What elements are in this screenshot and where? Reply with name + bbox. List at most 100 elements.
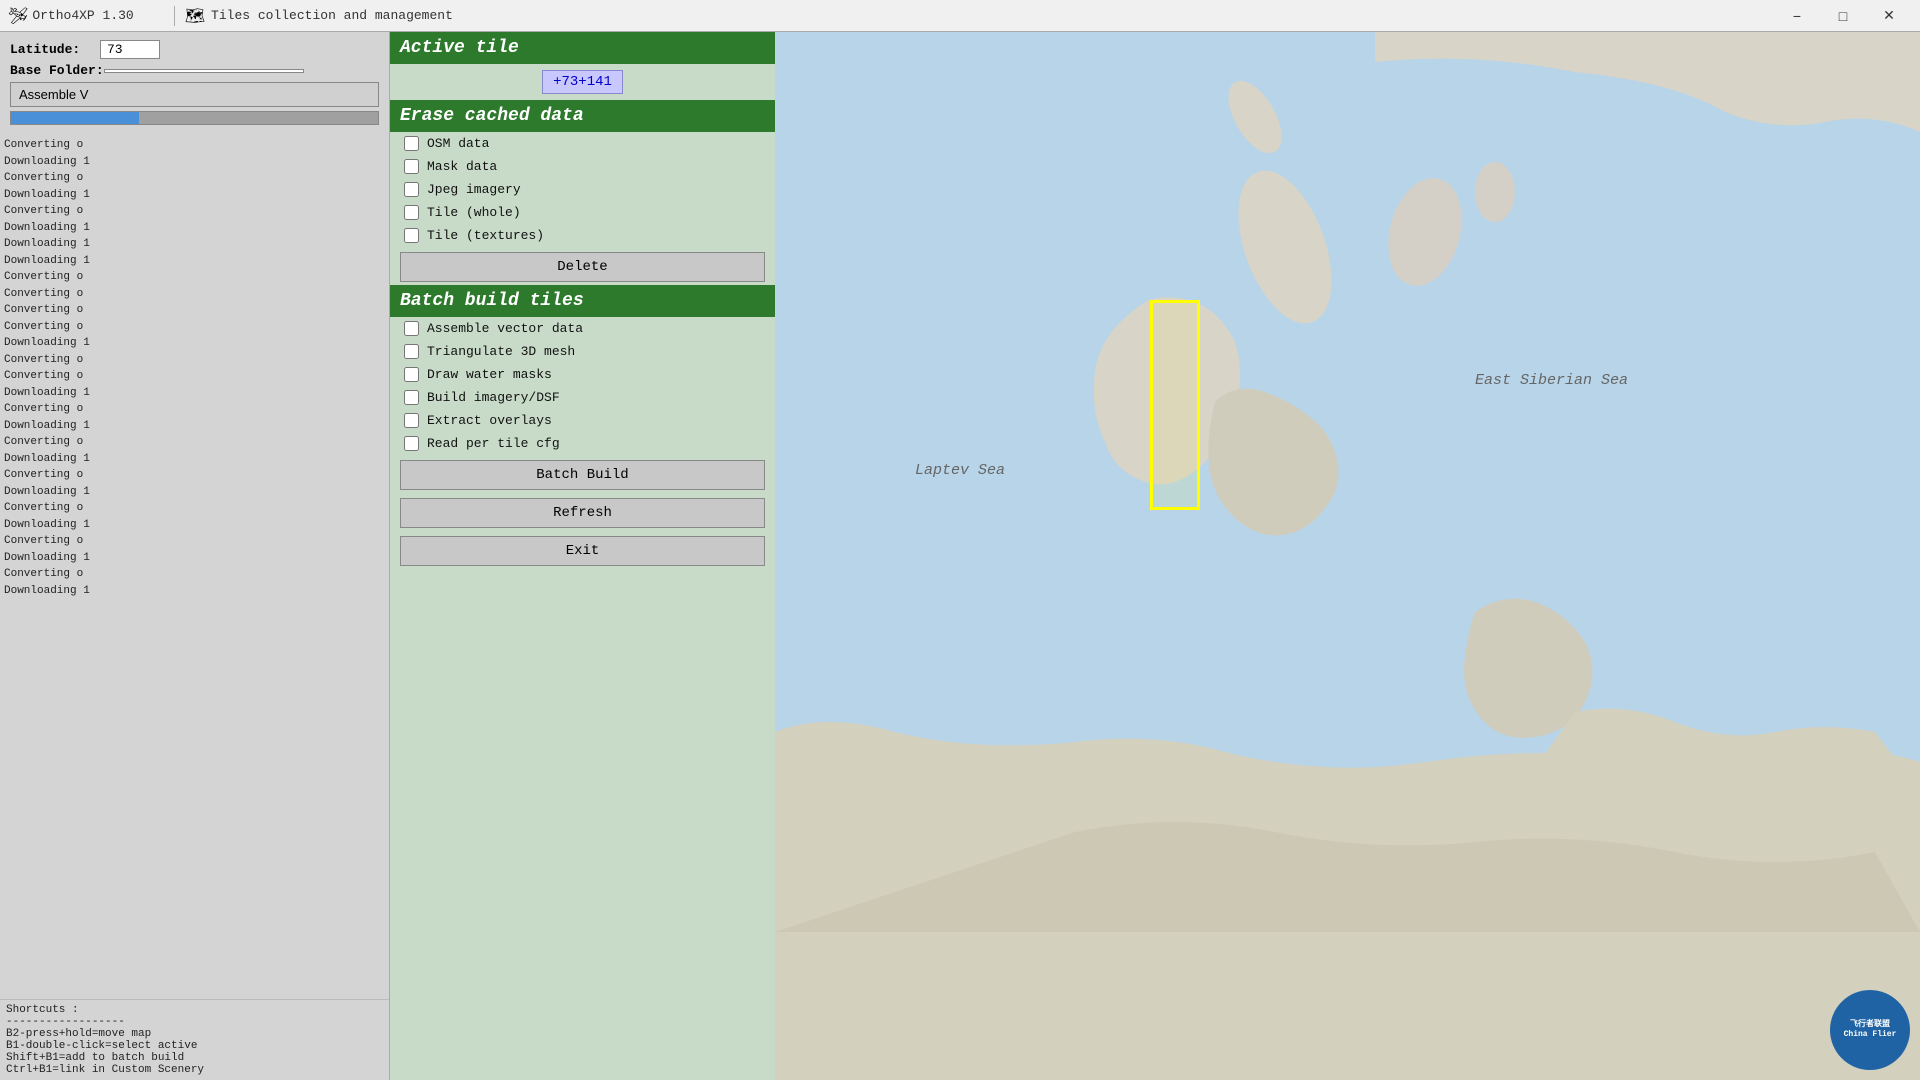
extract-overlays-label: Extract overlays	[427, 413, 552, 428]
log-line: Converting o	[4, 500, 385, 517]
log-area: Converting oDownloading 1Converting oDow…	[0, 135, 389, 999]
checkbox-draw-water-row: Draw water masks	[390, 363, 775, 386]
base-folder-label: Base Folder:	[10, 63, 104, 78]
log-line: Downloading 1	[4, 385, 385, 402]
jpeg-label: Jpeg imagery	[427, 182, 521, 197]
batch-build-button[interactable]: Batch Build	[400, 460, 765, 490]
top-controls: Latitude: 73 Base Folder: Assemble V	[0, 32, 389, 135]
batch-build-header: Batch build tiles	[390, 285, 775, 317]
log-line: Converting o	[4, 137, 385, 154]
base-folder-row: Base Folder:	[10, 63, 379, 78]
main-layout: Latitude: 73 Base Folder: Assemble V Con…	[0, 32, 1920, 1080]
tile-textures-checkbox[interactable]	[404, 228, 419, 243]
log-line: Downloading 1	[4, 220, 385, 237]
assemble-vector-label: Assemble vector data	[427, 321, 583, 336]
checkbox-build-imagery-row: Build imagery/DSF	[390, 386, 775, 409]
log-line: Downloading 1	[4, 517, 385, 534]
shortcuts-area: Shortcuts : ------------------B2-press+h…	[0, 999, 389, 1080]
latitude-value: 73	[100, 40, 160, 59]
triangulate-label: Triangulate 3D mesh	[427, 344, 575, 359]
log-line: Converting o	[4, 533, 385, 550]
close-button[interactable]: ✕	[1866, 0, 1912, 32]
assemble-vector-checkbox[interactable]	[404, 321, 419, 336]
log-line: Converting o	[4, 434, 385, 451]
checkbox-assemble-vec-row: Assemble vector data	[390, 317, 775, 340]
log-line: Downloading 1	[4, 335, 385, 352]
shortcut-line: B1-double-click=select active	[6, 1040, 383, 1052]
log-line: Converting o	[4, 368, 385, 385]
log-line: Downloading 1	[4, 253, 385, 270]
log-line: Converting o	[4, 286, 385, 303]
progress-bar	[10, 111, 379, 125]
maximize-button[interactable]: □	[1820, 0, 1866, 32]
log-line: Converting o	[4, 203, 385, 220]
shortcut-line: Ctrl+B1=link in Custom Scenery	[6, 1064, 383, 1076]
assemble-button[interactable]: Assemble V	[10, 82, 379, 107]
shortcut-line: Shift+B1=add to batch build	[6, 1052, 383, 1064]
watermark: 飞行者联盟 China Flier	[1830, 990, 1910, 1070]
log-line: Downloading 1	[4, 187, 385, 204]
tile-collection-icon: 🗺	[185, 6, 205, 26]
base-folder-value	[104, 69, 304, 73]
refresh-button[interactable]: Refresh	[400, 498, 765, 528]
log-line: Downloading 1	[4, 236, 385, 253]
map-svg	[775, 32, 1920, 1080]
shortcut-line: B2-press+hold=move map	[6, 1028, 383, 1040]
latitude-row: Latitude: 73	[10, 40, 379, 59]
shortcut-line: ------------------	[6, 1016, 383, 1028]
latitude-label: Latitude:	[10, 42, 100, 57]
tile-textures-label: Tile (textures)	[427, 228, 544, 243]
checkbox-jpeg-row: Jpeg imagery	[390, 178, 775, 201]
checkbox-triangulate-row: Triangulate 3D mesh	[390, 340, 775, 363]
checkbox-mask-row: Mask data	[390, 155, 775, 178]
delete-button[interactable]: Delete	[400, 252, 765, 282]
log-line: Downloading 1	[4, 154, 385, 171]
jpeg-checkbox[interactable]	[404, 182, 419, 197]
mask-label: Mask data	[427, 159, 497, 174]
checkbox-tile-tex-row: Tile (textures)	[390, 224, 775, 247]
tile-whole-label: Tile (whole)	[427, 205, 521, 220]
shortcuts-title: Shortcuts :	[6, 1004, 383, 1016]
log-line: Downloading 1	[4, 418, 385, 435]
active-tile-value: +73+141	[542, 70, 623, 94]
log-line: Downloading 1	[4, 484, 385, 501]
tile-management-title: Tiles collection and management	[211, 8, 1774, 23]
build-imagery-checkbox[interactable]	[404, 390, 419, 405]
log-line: Converting o	[4, 566, 385, 583]
build-imagery-label: Build imagery/DSF	[427, 390, 560, 405]
log-line: Converting o	[4, 170, 385, 187]
log-line: Converting o	[4, 269, 385, 286]
draw-water-label: Draw water masks	[427, 367, 552, 382]
tile-whole-checkbox[interactable]	[404, 205, 419, 220]
left-panel: Latitude: 73 Base Folder: Assemble V Con…	[0, 32, 390, 1080]
log-line: Downloading 1	[4, 451, 385, 468]
log-line: Downloading 1	[4, 550, 385, 567]
log-line: Converting o	[4, 401, 385, 418]
checkbox-osm-row: OSM data	[390, 132, 775, 155]
extract-overlays-checkbox[interactable]	[404, 413, 419, 428]
checkbox-extract-overlays-row: Extract overlays	[390, 409, 775, 432]
map-area[interactable]: Laptev Sea East Siberian Sea 飞行者联盟 China…	[775, 32, 1920, 1080]
minimize-button[interactable]: −	[1774, 0, 1820, 32]
draw-water-checkbox[interactable]	[404, 367, 419, 382]
read-cfg-label: Read per tile cfg	[427, 436, 560, 451]
titlebar: 🛩 Ortho4XP 1.30 🗺 Tiles collection and m…	[0, 0, 1920, 32]
app-icon: 🛩	[8, 6, 28, 26]
checkbox-read-cfg-row: Read per tile cfg	[390, 432, 775, 455]
app-title: Ortho4XP 1.30	[32, 8, 133, 23]
osm-checkbox[interactable]	[404, 136, 419, 151]
exit-button[interactable]: Exit	[400, 536, 765, 566]
log-line: Converting o	[4, 467, 385, 484]
log-line: Converting o	[4, 352, 385, 369]
log-line: Converting o	[4, 319, 385, 336]
progress-inner	[11, 112, 139, 124]
osm-label: OSM data	[427, 136, 489, 151]
mask-checkbox[interactable]	[404, 159, 419, 174]
read-cfg-checkbox[interactable]	[404, 436, 419, 451]
erase-header: Erase cached data	[390, 100, 775, 132]
triangulate-checkbox[interactable]	[404, 344, 419, 359]
checkbox-tile-whole-row: Tile (whole)	[390, 201, 775, 224]
log-line: Downloading 1	[4, 583, 385, 600]
right-panel: Active tile +73+141 Erase cached data OS…	[390, 32, 775, 1080]
active-tile-header: Active tile	[390, 32, 775, 64]
